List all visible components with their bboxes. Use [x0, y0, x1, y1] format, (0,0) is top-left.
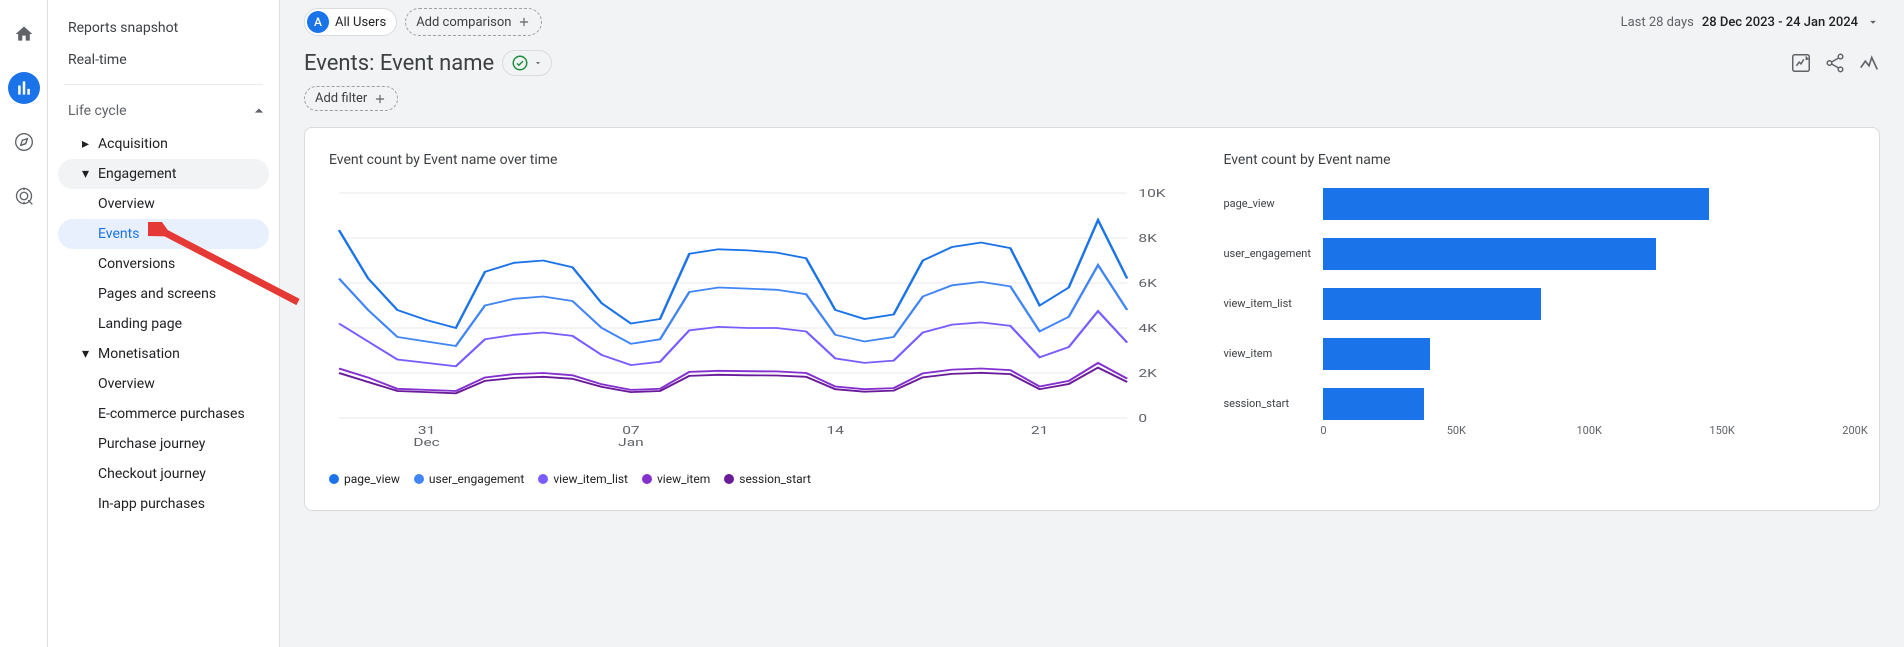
bar-label: user_engagement: [1223, 247, 1313, 261]
bar-chart: page_view user_engagement view_item_listvi…: [1223, 188, 1855, 420]
chevron-up-icon: [249, 101, 269, 121]
nav-engagement-landing[interactable]: Landing page: [58, 309, 269, 339]
chevron-down-icon: [1866, 15, 1880, 29]
date-range: 28 Dec 2023 - 24 Jan 2024: [1702, 15, 1858, 30]
add-comparison-button[interactable]: Add comparison: [405, 8, 542, 36]
nav-monetisation[interactable]: ▾Monetisation: [58, 339, 269, 369]
svg-text:21: 21: [1031, 425, 1048, 437]
svg-text:6K: 6K: [1138, 278, 1157, 290]
add-filter-button[interactable]: Add filter: [304, 86, 398, 111]
nav-engagement-overview[interactable]: Overview: [58, 189, 269, 219]
nav-engagement-conversions[interactable]: Conversions: [58, 249, 269, 279]
line-chart-panel: Event count by Event name over time 0 2K 4…: [329, 152, 1183, 486]
legend-item[interactable]: session_start: [724, 472, 811, 486]
nav-acquisition[interactable]: ▸Acquisition: [58, 129, 269, 159]
line-chart-legend: page_view user_engagement view_item_list vi…: [329, 472, 1183, 486]
icon-sidebar: [0, 0, 48, 647]
bar-row: page_view: [1223, 188, 1855, 220]
svg-text:14: 14: [827, 425, 845, 437]
bar-chart-title: Event count by Event name: [1223, 152, 1855, 168]
legend-item[interactable]: page_view: [329, 472, 400, 486]
legend-item[interactable]: user_engagement: [414, 472, 524, 486]
bar-label: session_start: [1223, 397, 1313, 411]
nav-monetisation-purchase-journey[interactable]: Purchase journey: [58, 429, 269, 459]
customize-icon[interactable]: [1790, 52, 1812, 74]
bar-chart-panel: Event count by Event name page_view user_…: [1223, 152, 1855, 486]
svg-text:10K: 10K: [1138, 188, 1166, 200]
insights-icon[interactable]: [1858, 52, 1880, 74]
top-bar: A All Users Add comparison Last 28 days …: [280, 0, 1904, 44]
nav-monetisation-inapp[interactable]: In-app purchases: [58, 489, 269, 519]
audience-label: All Users: [335, 15, 386, 30]
svg-text:4K: 4K: [1138, 323, 1157, 335]
nav-realtime[interactable]: Real-time: [58, 44, 269, 76]
home-icon[interactable]: [8, 18, 40, 50]
audience-chip[interactable]: A All Users: [304, 8, 397, 36]
audience-letter: A: [307, 11, 329, 33]
nav-monetisation-checkout-journey[interactable]: Checkout journey: [58, 459, 269, 489]
dimension-picker[interactable]: [502, 50, 552, 76]
legend-item[interactable]: view_item_list: [538, 472, 628, 486]
page-title: Events: Event name: [304, 51, 494, 76]
check-circle-icon: [511, 54, 529, 72]
bar-label: view_item: [1223, 347, 1313, 361]
main-content: A All Users Add comparison Last 28 days …: [280, 0, 1904, 647]
svg-text:0: 0: [1138, 413, 1147, 425]
svg-text:Dec: Dec: [413, 437, 439, 449]
line-chart: 0 2K 4K 6K 8K 10K 31Dec 07Jan 14 21: [339, 188, 1183, 448]
plus-icon: [373, 92, 387, 106]
svg-text:2K: 2K: [1138, 368, 1157, 380]
date-range-picker[interactable]: Last 28 days 28 Dec 2023 - 24 Jan 2024: [1621, 15, 1880, 30]
nav-sidebar: Reports snapshot Real-time Life cycle ▸A…: [48, 0, 280, 647]
nav-life-cycle[interactable]: Life cycle: [58, 93, 279, 129]
advertising-icon[interactable]: [8, 180, 40, 212]
bar-row: session_start: [1223, 388, 1855, 420]
bar-row: view_item: [1223, 338, 1855, 370]
nav-life-cycle-label: Life cycle: [68, 103, 127, 119]
date-period: Last 28 days: [1621, 15, 1694, 30]
nav-engagement[interactable]: ▾Engagement: [58, 159, 269, 189]
reports-icon[interactable]: [8, 72, 40, 104]
svg-text:31: 31: [418, 425, 435, 437]
share-icon[interactable]: [1824, 52, 1846, 74]
plus-icon: [517, 15, 531, 29]
chevron-down-icon: [533, 58, 543, 68]
explore-icon[interactable]: [8, 126, 40, 158]
bar-label: view_item_list: [1223, 297, 1313, 311]
nav-engagement-events[interactable]: Events: [58, 219, 269, 249]
chart-card: Event count by Event name over time 0 2K 4…: [304, 127, 1880, 511]
title-bar: Events: Event name: [280, 44, 1904, 82]
legend-item[interactable]: view_item: [642, 472, 710, 486]
svg-text:8K: 8K: [1138, 233, 1157, 245]
title-actions: [1790, 52, 1880, 74]
bar-label: page_view: [1223, 197, 1313, 211]
nav-reports-snapshot[interactable]: Reports snapshot: [58, 12, 269, 44]
line-chart-title: Event count by Event name over time: [329, 152, 1183, 168]
nav-engagement-pages[interactable]: Pages and screens: [58, 279, 269, 309]
nav-monetisation-overview[interactable]: Overview: [58, 369, 269, 399]
nav-monetisation-ecommerce[interactable]: E-commerce purchases: [58, 399, 269, 429]
filter-bar: Add filter: [280, 82, 1904, 127]
bar-chart-axis: 050K100K150K200K: [1323, 424, 1855, 442]
bar-row: view_item_list: [1223, 288, 1855, 320]
svg-text:07: 07: [622, 425, 639, 437]
svg-text:Jan: Jan: [618, 437, 643, 449]
bar-row: user_engagement: [1223, 238, 1855, 270]
